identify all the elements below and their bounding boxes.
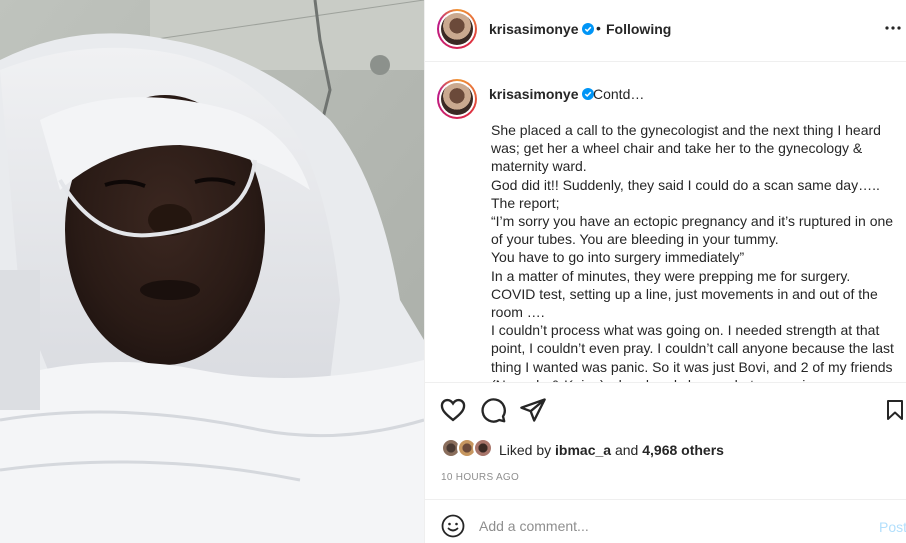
caption-author-avatar[interactable] xyxy=(437,79,477,119)
post-timestamp[interactable]: 10 HOURS AGO xyxy=(441,472,519,483)
likes-row: Liked by ibmac_a and 4,968 others xyxy=(425,438,906,464)
following-button[interactable]: Following xyxy=(606,21,671,37)
comment-icon[interactable] xyxy=(479,396,507,424)
verified-badge-icon xyxy=(581,88,594,100)
post-side-panel: krisasimonye • Following krisasimonye Co… xyxy=(424,0,906,543)
liker-avatar[interactable] xyxy=(473,438,493,458)
post-image xyxy=(0,0,424,543)
heart-icon[interactable] xyxy=(439,396,467,424)
paper-plane-icon[interactable] xyxy=(519,396,547,424)
caption-text: She placed a call to the gynecologist an… xyxy=(491,122,894,382)
liked-by-user[interactable]: ibmac_a xyxy=(555,442,611,458)
caption-author-username[interactable]: krisasimonye xyxy=(489,86,594,102)
bookmark-icon[interactable] xyxy=(883,396,906,424)
comment-bar: Post xyxy=(425,499,906,543)
post-comment-button[interactable]: Post xyxy=(879,519,906,535)
separator-dot: • xyxy=(596,20,601,36)
author-avatar[interactable] xyxy=(437,9,477,49)
caption-lead: Contd… xyxy=(593,86,645,102)
comment-input[interactable] xyxy=(479,515,839,537)
likes-count[interactable]: 4,968 others xyxy=(642,442,724,458)
verified-badge-icon xyxy=(581,23,594,35)
caption-area[interactable]: krisasimonye Contd… She placed a call to… xyxy=(425,63,906,383)
more-options-icon[interactable] xyxy=(883,18,903,38)
liked-by-text: Liked by ibmac_a and 4,968 others xyxy=(499,442,724,458)
post-photo[interactable] xyxy=(0,0,424,543)
author-username[interactable]: krisasimonye xyxy=(489,21,594,37)
post-header: krisasimonye • Following xyxy=(425,0,906,62)
post-actions xyxy=(425,384,906,436)
emoji-icon[interactable] xyxy=(441,514,465,538)
